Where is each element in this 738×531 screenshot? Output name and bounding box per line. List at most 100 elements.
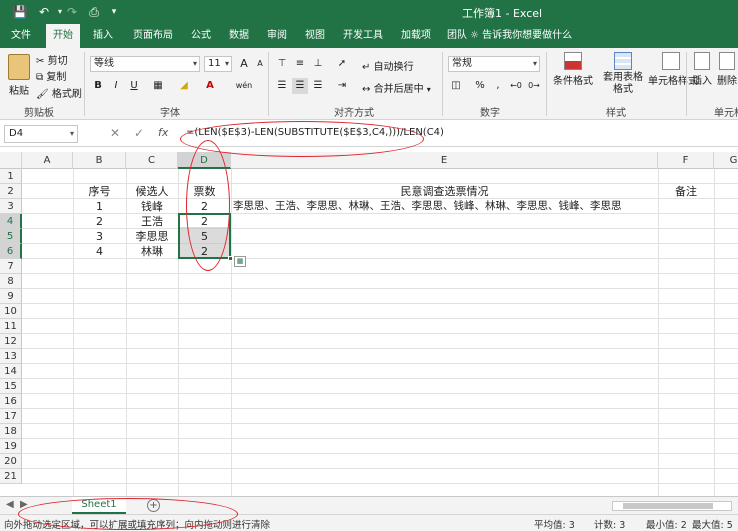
cell-b4[interactable]: 2 <box>73 214 126 229</box>
orientation-button[interactable]: ➚ <box>334 56 350 72</box>
worksheet-grid[interactable]: A B C D E F G 1 2 3 4 5 6 7 8 9 10 11 12 13 14 15 16 17 1… <box>0 152 738 496</box>
tab-page-layout[interactable]: 页面布局 <box>126 24 180 48</box>
row-header-19[interactable]: 19 <box>0 439 22 454</box>
cell-e3[interactable]: 李思思、王浩、李思思、林琳、王浩、李思思、钱峰、林琳、李思思、钱峰、李思思 <box>231 199 658 214</box>
borders-button[interactable]: ▦ <box>150 78 166 94</box>
align-center-button[interactable]: ☰ <box>292 78 308 94</box>
cell-c3[interactable]: 钱峰 <box>126 199 178 214</box>
align-left-button[interactable]: ☰ <box>274 78 290 94</box>
scrollbar-thumb[interactable] <box>623 503 713 509</box>
row-header-10[interactable]: 10 <box>0 304 22 319</box>
cell-c4[interactable]: 王浩 <box>126 214 178 229</box>
phonetic-button[interactable]: wén <box>232 78 256 94</box>
align-right-button[interactable]: ☰ <box>310 78 326 94</box>
cell-b6[interactable]: 4 <box>73 244 126 259</box>
tell-me-search[interactable]: ☼ 告诉我你想要做什么 <box>470 24 572 48</box>
row-header-4[interactable]: 4 <box>0 214 22 229</box>
tab-file[interactable]: 文件 <box>4 24 38 48</box>
auto-fill-options-icon[interactable]: ▦ <box>234 256 246 267</box>
column-header-e[interactable]: E <box>231 152 658 169</box>
align-top-button[interactable]: ⊤ <box>274 56 290 72</box>
row-header-13[interactable]: 13 <box>0 349 22 364</box>
cell-f2[interactable]: 备注 <box>658 184 714 199</box>
cell-d3[interactable]: 2 <box>178 199 231 214</box>
row-header-11[interactable]: 11 <box>0 319 22 334</box>
cell-d6[interactable]: 2 <box>178 244 231 259</box>
italic-button[interactable]: I <box>108 78 124 94</box>
cell-d4[interactable]: 2 <box>178 214 231 229</box>
row-header-3[interactable]: 3 <box>0 199 22 214</box>
tab-view[interactable]: 视图 <box>298 24 332 48</box>
indent-button[interactable]: ⇥ <box>334 78 350 94</box>
row-header-21[interactable]: 21 <box>0 469 22 484</box>
underline-button[interactable]: U <box>126 78 142 94</box>
cell-d5[interactable]: 5 <box>178 229 231 244</box>
row-header-1[interactable]: 1 <box>0 169 22 184</box>
tab-review[interactable]: 审阅 <box>260 24 294 48</box>
cell-c2[interactable]: 候选人 <box>126 184 178 199</box>
next-sheet-icon[interactable]: ▶ <box>20 499 28 510</box>
format-as-table-button[interactable]: 套用表格格式 <box>600 52 646 96</box>
conditional-format-button[interactable]: 条件格式 <box>550 52 596 87</box>
paste-button[interactable]: 粘贴 <box>6 54 32 97</box>
row-header-8[interactable]: 8 <box>0 274 22 289</box>
print-icon[interactable]: ⎙ <box>86 4 102 20</box>
row-header-15[interactable]: 15 <box>0 379 22 394</box>
tab-addins[interactable]: 加载项 <box>394 24 438 48</box>
enter-icon[interactable]: ✓ <box>134 126 144 140</box>
tab-home[interactable]: 开始 <box>46 24 80 48</box>
row-header-20[interactable]: 20 <box>0 454 22 469</box>
copy-button[interactable]: ⧉ 复制 <box>36 68 66 84</box>
sheet-tab-sheet1[interactable]: Sheet1 <box>72 497 126 514</box>
tab-data[interactable]: 数据 <box>222 24 256 48</box>
cut-button[interactable]: ✂ 剪切 <box>36 52 68 68</box>
font-size-select[interactable]: 11 ▾ <box>204 56 232 72</box>
format-painter-button[interactable]: 🖌 格式刷 <box>36 85 82 101</box>
column-header-f[interactable]: F <box>658 152 714 169</box>
row-header-5[interactable]: 5 <box>0 229 22 244</box>
cell-c6[interactable]: 林琳 <box>126 244 178 259</box>
row-header-9[interactable]: 9 <box>0 289 22 304</box>
row-header-18[interactable]: 18 <box>0 424 22 439</box>
column-header-g[interactable]: G <box>714 152 738 169</box>
save-icon[interactable]: 💾 <box>12 4 28 20</box>
cell-e2[interactable]: 民意调查选票情况 <box>231 184 658 199</box>
cell-d2[interactable]: 票数 <box>178 184 231 199</box>
number-format-select[interactable]: 常规 ▾ <box>448 56 540 72</box>
row-header-6[interactable]: 6 <box>0 244 22 259</box>
prev-sheet-icon[interactable]: ◀ <box>6 499 14 510</box>
font-name-select[interactable]: 等线 ▾ <box>90 56 200 72</box>
column-header-d[interactable]: D <box>178 152 231 169</box>
fill-color-button[interactable]: ◢ <box>176 78 192 94</box>
customize-toolbar-icon[interactable]: ▾ <box>106 4 122 20</box>
row-header-17[interactable]: 17 <box>0 409 22 424</box>
tab-developer[interactable]: 开发工具 <box>336 24 390 48</box>
cell-b3[interactable]: 1 <box>73 199 126 214</box>
formula-input[interactable]: =(LEN($E$3)-LEN(SUBSTITUTE($E$3,C4,)))/L… <box>186 127 444 138</box>
align-bottom-button[interactable]: ⊥ <box>310 56 326 72</box>
increase-decimal-button[interactable]: ←0 <box>508 78 524 94</box>
percent-button[interactable]: % <box>472 78 488 94</box>
delete-cells-button[interactable]: 删除 <box>716 52 738 87</box>
cell-c5[interactable]: 李思思 <box>126 229 178 244</box>
row-header-14[interactable]: 14 <box>0 364 22 379</box>
undo-icon[interactable]: ↶ <box>36 4 52 20</box>
add-sheet-button[interactable]: + <box>147 499 160 512</box>
cell-styles-button[interactable]: 单元格样式 <box>648 52 698 87</box>
name-box[interactable]: D4 ▾ <box>4 125 78 143</box>
redo-icon[interactable]: ↷ <box>64 4 80 20</box>
tab-insert[interactable]: 插入 <box>86 24 120 48</box>
tab-formulas[interactable]: 公式 <box>184 24 218 48</box>
column-header-a[interactable]: A <box>22 152 73 169</box>
decrease-decimal-button[interactable]: 0→ <box>526 78 542 94</box>
wrap-text-button[interactable]: ↵ 自动换行 <box>362 58 414 73</box>
bold-button[interactable]: B <box>90 78 106 94</box>
cancel-icon[interactable]: ✕ <box>110 126 120 140</box>
merge-center-button[interactable]: ↔ 合并后居中 ▾ <box>362 80 431 95</box>
row-header-12[interactable]: 12 <box>0 334 22 349</box>
cell-b5[interactable]: 3 <box>73 229 126 244</box>
fill-handle[interactable] <box>228 256 233 261</box>
currency-button[interactable]: ◫ <box>448 78 464 94</box>
comma-button[interactable]: , <box>490 78 506 94</box>
select-all-button[interactable] <box>0 152 22 169</box>
